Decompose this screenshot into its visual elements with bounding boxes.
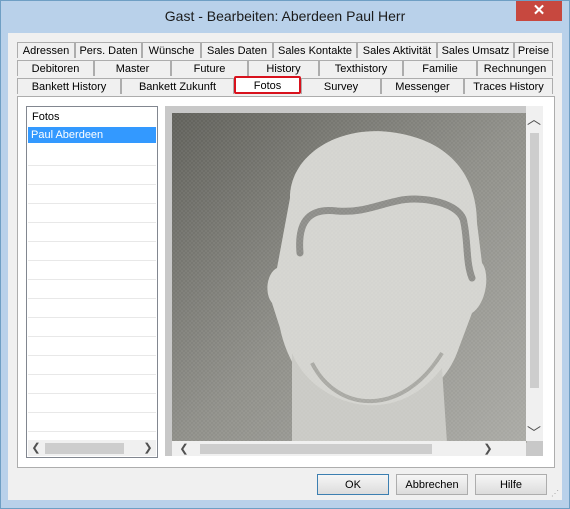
dialog-body: Adressen Pers. Daten Wünsche Sales Daten… <box>8 33 562 500</box>
tab-history[interactable]: History <box>248 60 319 76</box>
tab-familie[interactable]: Familie <box>403 60 477 76</box>
photo-viewer: ︿ ﹀ ❮ ❯ <box>165 106 543 456</box>
tab-fotos[interactable]: Fotos <box>234 76 301 94</box>
tab-pers-daten[interactable]: Pers. Daten <box>75 42 142 58</box>
tab-adressen[interactable]: Adressen <box>17 42 75 58</box>
tab-sales-daten[interactable]: Sales Daten <box>201 42 273 58</box>
tab-bankett-zukunft[interactable]: Bankett Zukunft <box>121 78 234 94</box>
tab-bankett-history[interactable]: Bankett History <box>17 78 121 94</box>
title-bar: Gast - Bearbeiten: Aberdeen Paul Herr ✕ <box>1 1 569 33</box>
ok-button[interactable]: OK <box>317 474 389 495</box>
list-horizontal-scrollbar[interactable]: ❮ ❯ <box>28 440 156 456</box>
tab-row-1: Adressen Pers. Daten Wünsche Sales Daten… <box>17 42 553 59</box>
help-button[interactable]: Hilfe <box>475 474 547 495</box>
tab-wuensche[interactable]: Wünsche <box>142 42 201 58</box>
scroll-right-icon[interactable]: ❯ <box>480 441 496 457</box>
close-button[interactable]: ✕ <box>516 1 562 21</box>
photo-list[interactable]: Fotos Paul Aberdeen ❮ ❯ <box>26 106 158 458</box>
photo-list-header: Fotos <box>32 111 60 123</box>
scroll-up-icon[interactable]: ︿ <box>526 111 542 127</box>
scrollbar-thumb[interactable] <box>200 444 432 454</box>
tab-survey[interactable]: Survey <box>301 78 381 94</box>
scroll-left-icon[interactable]: ❮ <box>176 441 192 457</box>
tab-row-3: Bankett History Bankett Zukunft Fotos Su… <box>17 76 553 95</box>
avatar-placeholder-image <box>172 113 527 443</box>
scrollbar-thumb[interactable] <box>530 133 539 388</box>
resize-grip-icon[interactable]: ⋰ <box>551 489 561 499</box>
tab-messenger[interactable]: Messenger <box>381 78 464 94</box>
scroll-down-icon[interactable]: ﹀ <box>526 425 542 441</box>
tab-sales-aktivitaet[interactable]: Sales Aktivität <box>357 42 437 58</box>
tab-row-2: Debitoren Master Future History Texthist… <box>17 60 553 77</box>
tab-debitoren[interactable]: Debitoren <box>17 60 94 76</box>
cancel-button[interactable]: Abbrechen <box>396 474 468 495</box>
list-gridlines <box>28 147 156 437</box>
tab-texthistory[interactable]: Texthistory <box>319 60 403 76</box>
dialog-window: Gast - Bearbeiten: Aberdeen Paul Herr ✕ … <box>0 0 570 509</box>
scroll-right-icon[interactable]: ❯ <box>140 440 156 456</box>
avatar-silhouette-icon <box>172 113 527 443</box>
tab-preise[interactable]: Preise <box>514 42 553 58</box>
tab-sales-kontakte[interactable]: Sales Kontakte <box>273 42 357 58</box>
tab-future[interactable]: Future <box>171 60 248 76</box>
scrollbar-thumb[interactable] <box>45 443 124 454</box>
tab-traces-history[interactable]: Traces History <box>464 78 553 94</box>
photo-horizontal-scrollbar[interactable]: ❮ ❯ <box>172 441 526 456</box>
window-title: Gast - Bearbeiten: Aberdeen Paul Herr <box>164 8 406 24</box>
scroll-left-icon[interactable]: ❮ <box>28 440 44 456</box>
tab-sales-umsatz[interactable]: Sales Umsatz <box>437 42 514 58</box>
photo-list-item[interactable]: Paul Aberdeen <box>28 127 156 143</box>
photo-vertical-scrollbar[interactable]: ︿ ﹀ <box>526 106 543 441</box>
tab-master[interactable]: Master <box>94 60 171 76</box>
tab-rechnungen[interactable]: Rechnungen <box>477 60 553 76</box>
